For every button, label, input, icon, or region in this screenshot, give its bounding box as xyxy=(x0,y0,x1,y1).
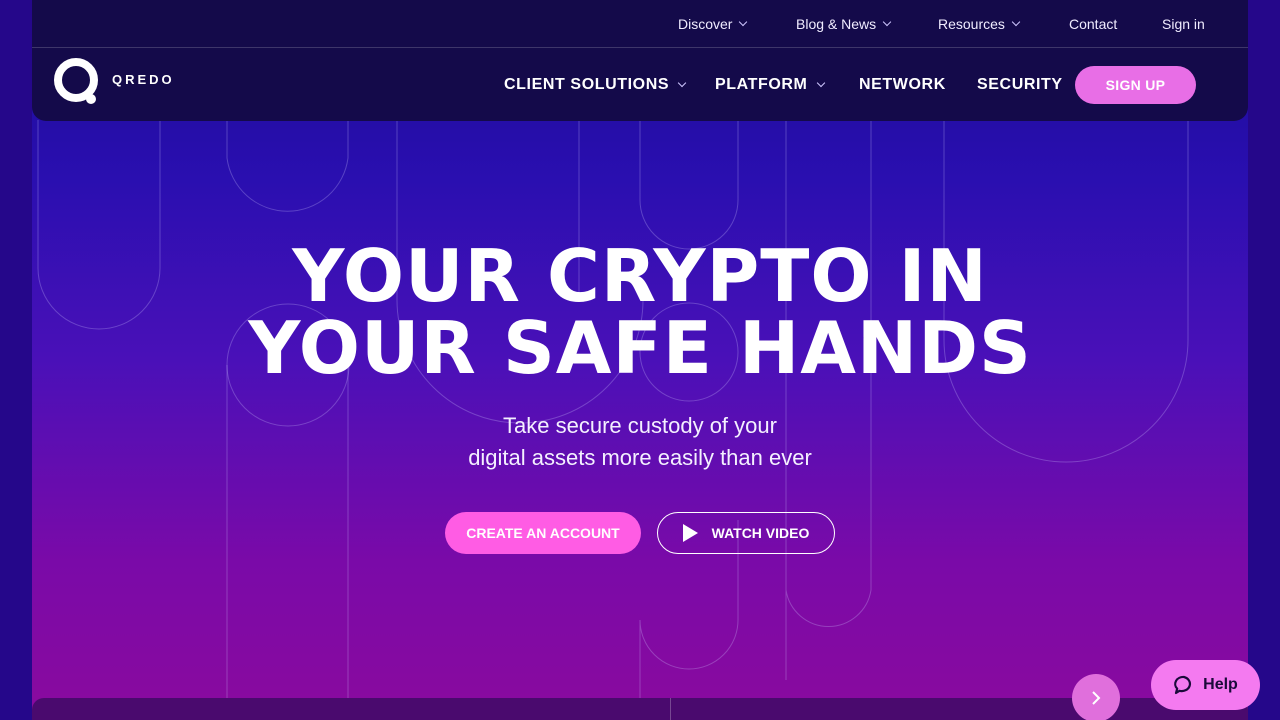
nav-platform-label: PLATFORM xyxy=(715,76,808,93)
hero-subheading-line-2: digital assets more easily than ever xyxy=(468,445,812,470)
logo-wordmark: QREDO xyxy=(112,71,175,87)
top-nav-group: Contact xyxy=(1069,0,1117,48)
card-divider xyxy=(670,698,671,720)
nav-client-solutions-label: CLIENT SOLUTIONS xyxy=(504,76,670,93)
top-nav-group: Resources xyxy=(938,0,1021,48)
help-button[interactable]: Help xyxy=(1151,660,1260,710)
nav-client-solutions[interactable]: CLIENT SOLUTIONS xyxy=(504,76,687,94)
nav-security[interactable]: SECURITY xyxy=(977,76,1063,94)
top-nav-discover[interactable]: Discover xyxy=(678,16,748,32)
hero-subheading-line-1: Take secure custody of your xyxy=(503,413,777,438)
play-icon xyxy=(682,524,698,542)
watch-video-label: WATCH VIDEO xyxy=(711,525,810,541)
qredo-logo-icon xyxy=(54,58,98,104)
top-nav-group: Blog & News xyxy=(796,0,892,48)
create-account-button[interactable]: CREATE AN ACCOUNT xyxy=(445,512,641,554)
top-nav-blog-news-label: Blog & News xyxy=(796,16,877,32)
hero-headline: YOUR CRYPTO IN YOUR SAFE HANDS xyxy=(0,240,1280,384)
top-nav-group: Sign in xyxy=(1162,0,1205,48)
chevron-down-icon xyxy=(1011,17,1021,27)
top-nav: Discover xyxy=(678,0,748,48)
top-nav-discover-label: Discover xyxy=(678,16,733,32)
chevron-down-icon xyxy=(816,78,825,88)
bottom-card xyxy=(32,698,1248,720)
top-nav-blog-news[interactable]: Blog & News xyxy=(796,16,892,32)
site-header: Discover Blog & News Resources Contact S… xyxy=(32,0,1248,121)
top-bar: Discover Blog & News Resources Contact S… xyxy=(32,0,1248,48)
top-nav-sign-in[interactable]: Sign in xyxy=(1162,16,1205,32)
chevron-right-icon xyxy=(1092,691,1101,705)
next-slide-button[interactable] xyxy=(1072,674,1120,720)
chat-bubble-icon xyxy=(1174,675,1192,695)
hero-headline-line-1: YOUR CRYPTO IN xyxy=(292,234,988,318)
sign-up-button[interactable]: SIGN UP xyxy=(1075,66,1196,104)
top-nav-contact[interactable]: Contact xyxy=(1069,16,1117,32)
chevron-down-icon xyxy=(882,17,892,27)
nav-network[interactable]: NETWORK xyxy=(859,76,946,94)
watch-video-button[interactable]: WATCH VIDEO xyxy=(657,512,835,554)
chevron-down-icon xyxy=(739,17,748,27)
top-nav-resources-label: Resources xyxy=(938,16,1005,32)
hero-headline-line-2: YOUR SAFE HANDS xyxy=(248,306,1032,390)
help-label: Help xyxy=(1203,676,1238,693)
hero-subheading: Take secure custody of your digital asse… xyxy=(0,410,1280,474)
qredo-logo[interactable]: QREDO xyxy=(52,56,175,106)
top-nav-resources[interactable]: Resources xyxy=(938,16,1021,32)
chevron-down-icon xyxy=(677,78,687,88)
nav-platform[interactable]: PLATFORM xyxy=(715,76,825,94)
